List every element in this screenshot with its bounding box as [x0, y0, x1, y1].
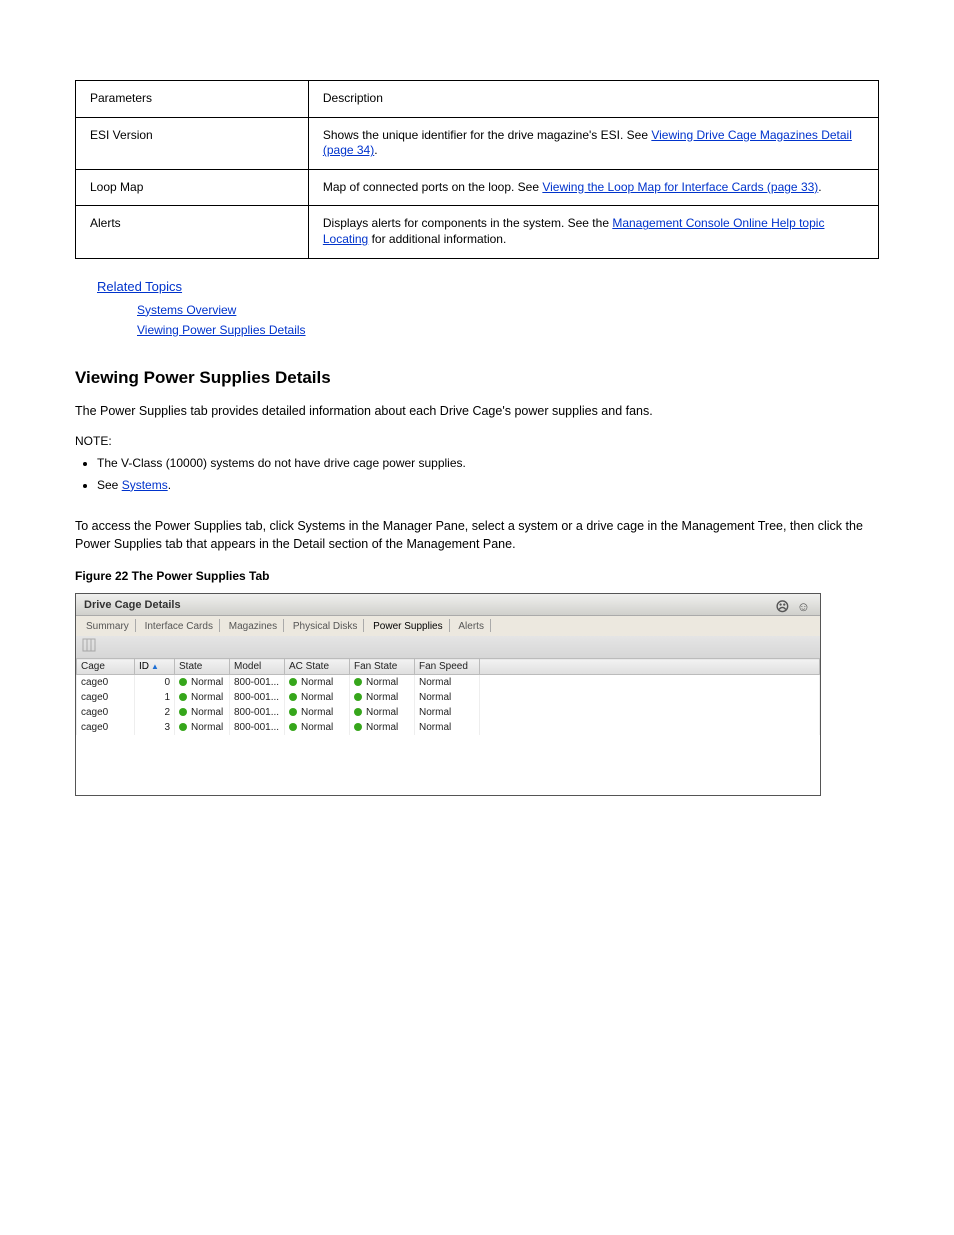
note2-link[interactable]: Systems: [122, 478, 168, 492]
table-row[interactable]: cage02Normal800-001...NormalNormalNormal: [77, 705, 820, 720]
row3-suffix: for additional information.: [368, 232, 506, 246]
feedback-icons[interactable]: ☹ ☺: [776, 596, 812, 618]
note-label: NOTE:: [75, 434, 879, 448]
tab-interface[interactable]: Interface Cards: [139, 619, 220, 632]
col-state[interactable]: State: [175, 659, 230, 675]
shot-title-text: Drive Cage Details: [84, 599, 181, 611]
col-id-text: ID: [139, 661, 149, 672]
related-link-1[interactable]: Systems Overview: [137, 303, 236, 317]
table-row: Alerts Displays alerts for components in…: [76, 206, 879, 258]
col-acstate[interactable]: AC State: [285, 659, 350, 675]
row1-prefix: Shows the unique identifier for the driv…: [323, 128, 651, 142]
row3-prefix: Displays alerts for components in the sy…: [323, 216, 612, 230]
parameters-table: Parameters Description ESI Version Shows…: [75, 80, 879, 259]
table-row: ESI Version Shows the unique identifier …: [76, 117, 879, 169]
related-topics-list: Systems Overview Viewing Power Supplies …: [137, 300, 879, 341]
row2-link[interactable]: Viewing the Loop Map for Interface Cards…: [542, 180, 818, 194]
embedded-screenshot: Drive Cage Details ☹ ☺ Summary Interface…: [75, 593, 821, 796]
shot-toolbar: [76, 636, 820, 658]
tab-magazines[interactable]: Magazines: [223, 619, 284, 632]
shot-grid: Cage ID▲ State Model AC State Fan State …: [76, 658, 820, 795]
table-row: Parameters Description: [76, 81, 879, 118]
shot-titlebar: Drive Cage Details ☹ ☺: [76, 594, 820, 616]
table-row[interactable]: cage00Normal800-001...NormalNormalNormal: [77, 675, 820, 691]
sort-asc-icon: ▲: [151, 662, 159, 671]
row1-desc: Shows the unique identifier for the driv…: [308, 117, 878, 169]
row3-label: Alerts: [76, 206, 309, 258]
col-cage[interactable]: Cage: [77, 659, 135, 675]
figure-caption: Figure 22 The Power Supplies Tab: [75, 569, 879, 583]
col-filler: [480, 659, 820, 675]
tab-alerts[interactable]: Alerts: [452, 619, 491, 632]
note-list: The V-Class (10000) systems do not have …: [97, 454, 879, 494]
columns-icon[interactable]: [82, 644, 96, 655]
shot-tabstrip: Summary Interface Cards Magazines Physic…: [76, 616, 820, 636]
note-item-2: See Systems.: [97, 476, 879, 495]
related-topics-header[interactable]: Related Topics: [97, 279, 182, 294]
table-row[interactable]: cage03Normal800-001...NormalNormalNormal: [77, 720, 820, 735]
row2-prefix: Map of connected ports on the loop. See: [323, 180, 542, 194]
col-fanstate[interactable]: Fan State: [350, 659, 415, 675]
col-model[interactable]: Model: [230, 659, 285, 675]
row0-desc: Description: [308, 81, 878, 118]
section-heading: Viewing Power Supplies Details: [75, 368, 879, 388]
table-row: Loop Map Map of connected ports on the l…: [76, 169, 879, 206]
row0-label: Parameters: [76, 81, 309, 118]
row3-desc: Displays alerts for components in the sy…: [308, 206, 878, 258]
section-para2: To access the Power Supplies tab, click …: [75, 517, 879, 553]
note2-prefix: See: [97, 478, 122, 492]
row1-label: ESI Version: [76, 117, 309, 169]
table-row[interactable]: cage01Normal800-001...NormalNormalNormal: [77, 690, 820, 705]
col-fanspeed[interactable]: Fan Speed: [415, 659, 480, 675]
row1-suffix: .: [374, 143, 377, 157]
row2-suffix: .: [818, 180, 821, 194]
tab-physical-disks[interactable]: Physical Disks: [287, 619, 364, 632]
note-item-1: The V-Class (10000) systems do not have …: [97, 454, 879, 473]
row2-label: Loop Map: [76, 169, 309, 206]
section-para1: The Power Supplies tab provides detailed…: [75, 402, 879, 420]
related-link-2[interactable]: Viewing Power Supplies Details: [137, 323, 306, 337]
note2-suffix: .: [168, 478, 171, 492]
tab-summary[interactable]: Summary: [80, 619, 136, 632]
tab-power-supplies[interactable]: Power Supplies: [367, 619, 449, 632]
row2-desc: Map of connected ports on the loop. See …: [308, 169, 878, 206]
col-id[interactable]: ID▲: [135, 659, 175, 675]
